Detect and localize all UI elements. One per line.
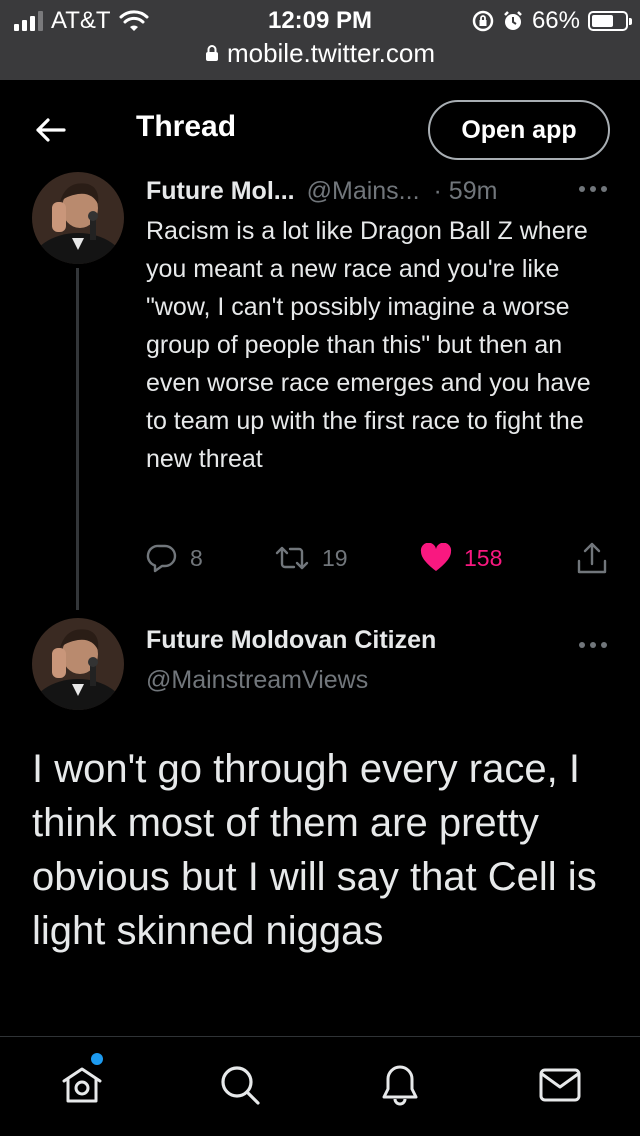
tweet-text: I won't go through every race, I think m…	[32, 747, 597, 953]
battery-percent: 66%	[531, 7, 580, 34]
url-text: mobile.twitter.com	[226, 37, 436, 68]
thread-header: Thread Open app	[0, 80, 640, 180]
browser-status-bar: AT&T 12:09 PM 66% mobile.twitter.com	[0, 0, 640, 80]
retweet-button[interactable]: 19	[274, 538, 348, 578]
rotation-lock-icon	[472, 10, 494, 32]
share-icon	[577, 542, 607, 574]
search-icon[interactable]	[216, 1061, 264, 1109]
avatar[interactable]	[32, 618, 124, 710]
more-options-icon[interactable]	[578, 640, 608, 650]
author-name[interactable]: Future Moldovan Citizen	[146, 626, 436, 655]
reply-icon	[146, 544, 177, 573]
tweet-header: Future Mol... @Mains... · 59m	[146, 174, 497, 208]
retweet-icon	[275, 546, 309, 570]
author-handle[interactable]: @Mains...	[307, 177, 420, 206]
back-arrow-icon[interactable]	[30, 110, 70, 150]
alarm-icon	[504, 11, 522, 30]
notifications-icon[interactable]	[376, 1061, 424, 1109]
author-name[interactable]: Future Mol...	[146, 177, 295, 206]
like-button[interactable]: 158	[420, 538, 502, 578]
system-indicators: 66%	[472, 6, 632, 36]
open-app-button[interactable]: Open app	[428, 100, 610, 160]
tweet-actions: 8 19 158	[146, 538, 616, 578]
reply-button[interactable]: 8	[146, 538, 203, 578]
more-options-icon[interactable]	[578, 184, 608, 194]
messages-icon[interactable]	[536, 1061, 584, 1109]
tweet-time[interactable]: · 59m	[434, 177, 498, 206]
thread-connector-line	[76, 268, 79, 610]
retweet-count: 19	[322, 544, 348, 571]
bottom-navigation	[0, 1036, 640, 1136]
avatar[interactable]	[32, 172, 124, 264]
reply-count: 8	[190, 544, 203, 571]
author-handle[interactable]: @MainstreamViews	[146, 666, 368, 695]
battery-level	[592, 15, 614, 27]
address-bar[interactable]: mobile.twitter.com	[0, 36, 640, 70]
home-icon[interactable]	[58, 1061, 106, 1109]
lock-icon	[205, 45, 218, 61]
new-content-dot	[91, 1053, 103, 1065]
battery-icon	[588, 11, 632, 31]
share-button[interactable]	[576, 538, 608, 578]
like-count: 158	[464, 544, 503, 571]
tweet-text: Racism is a lot like Dragon Ball Z where…	[146, 217, 591, 473]
page-title: Thread	[136, 110, 237, 143]
clock-time: 12:09 PM	[267, 7, 373, 34]
heart-filled-icon	[420, 543, 452, 571]
